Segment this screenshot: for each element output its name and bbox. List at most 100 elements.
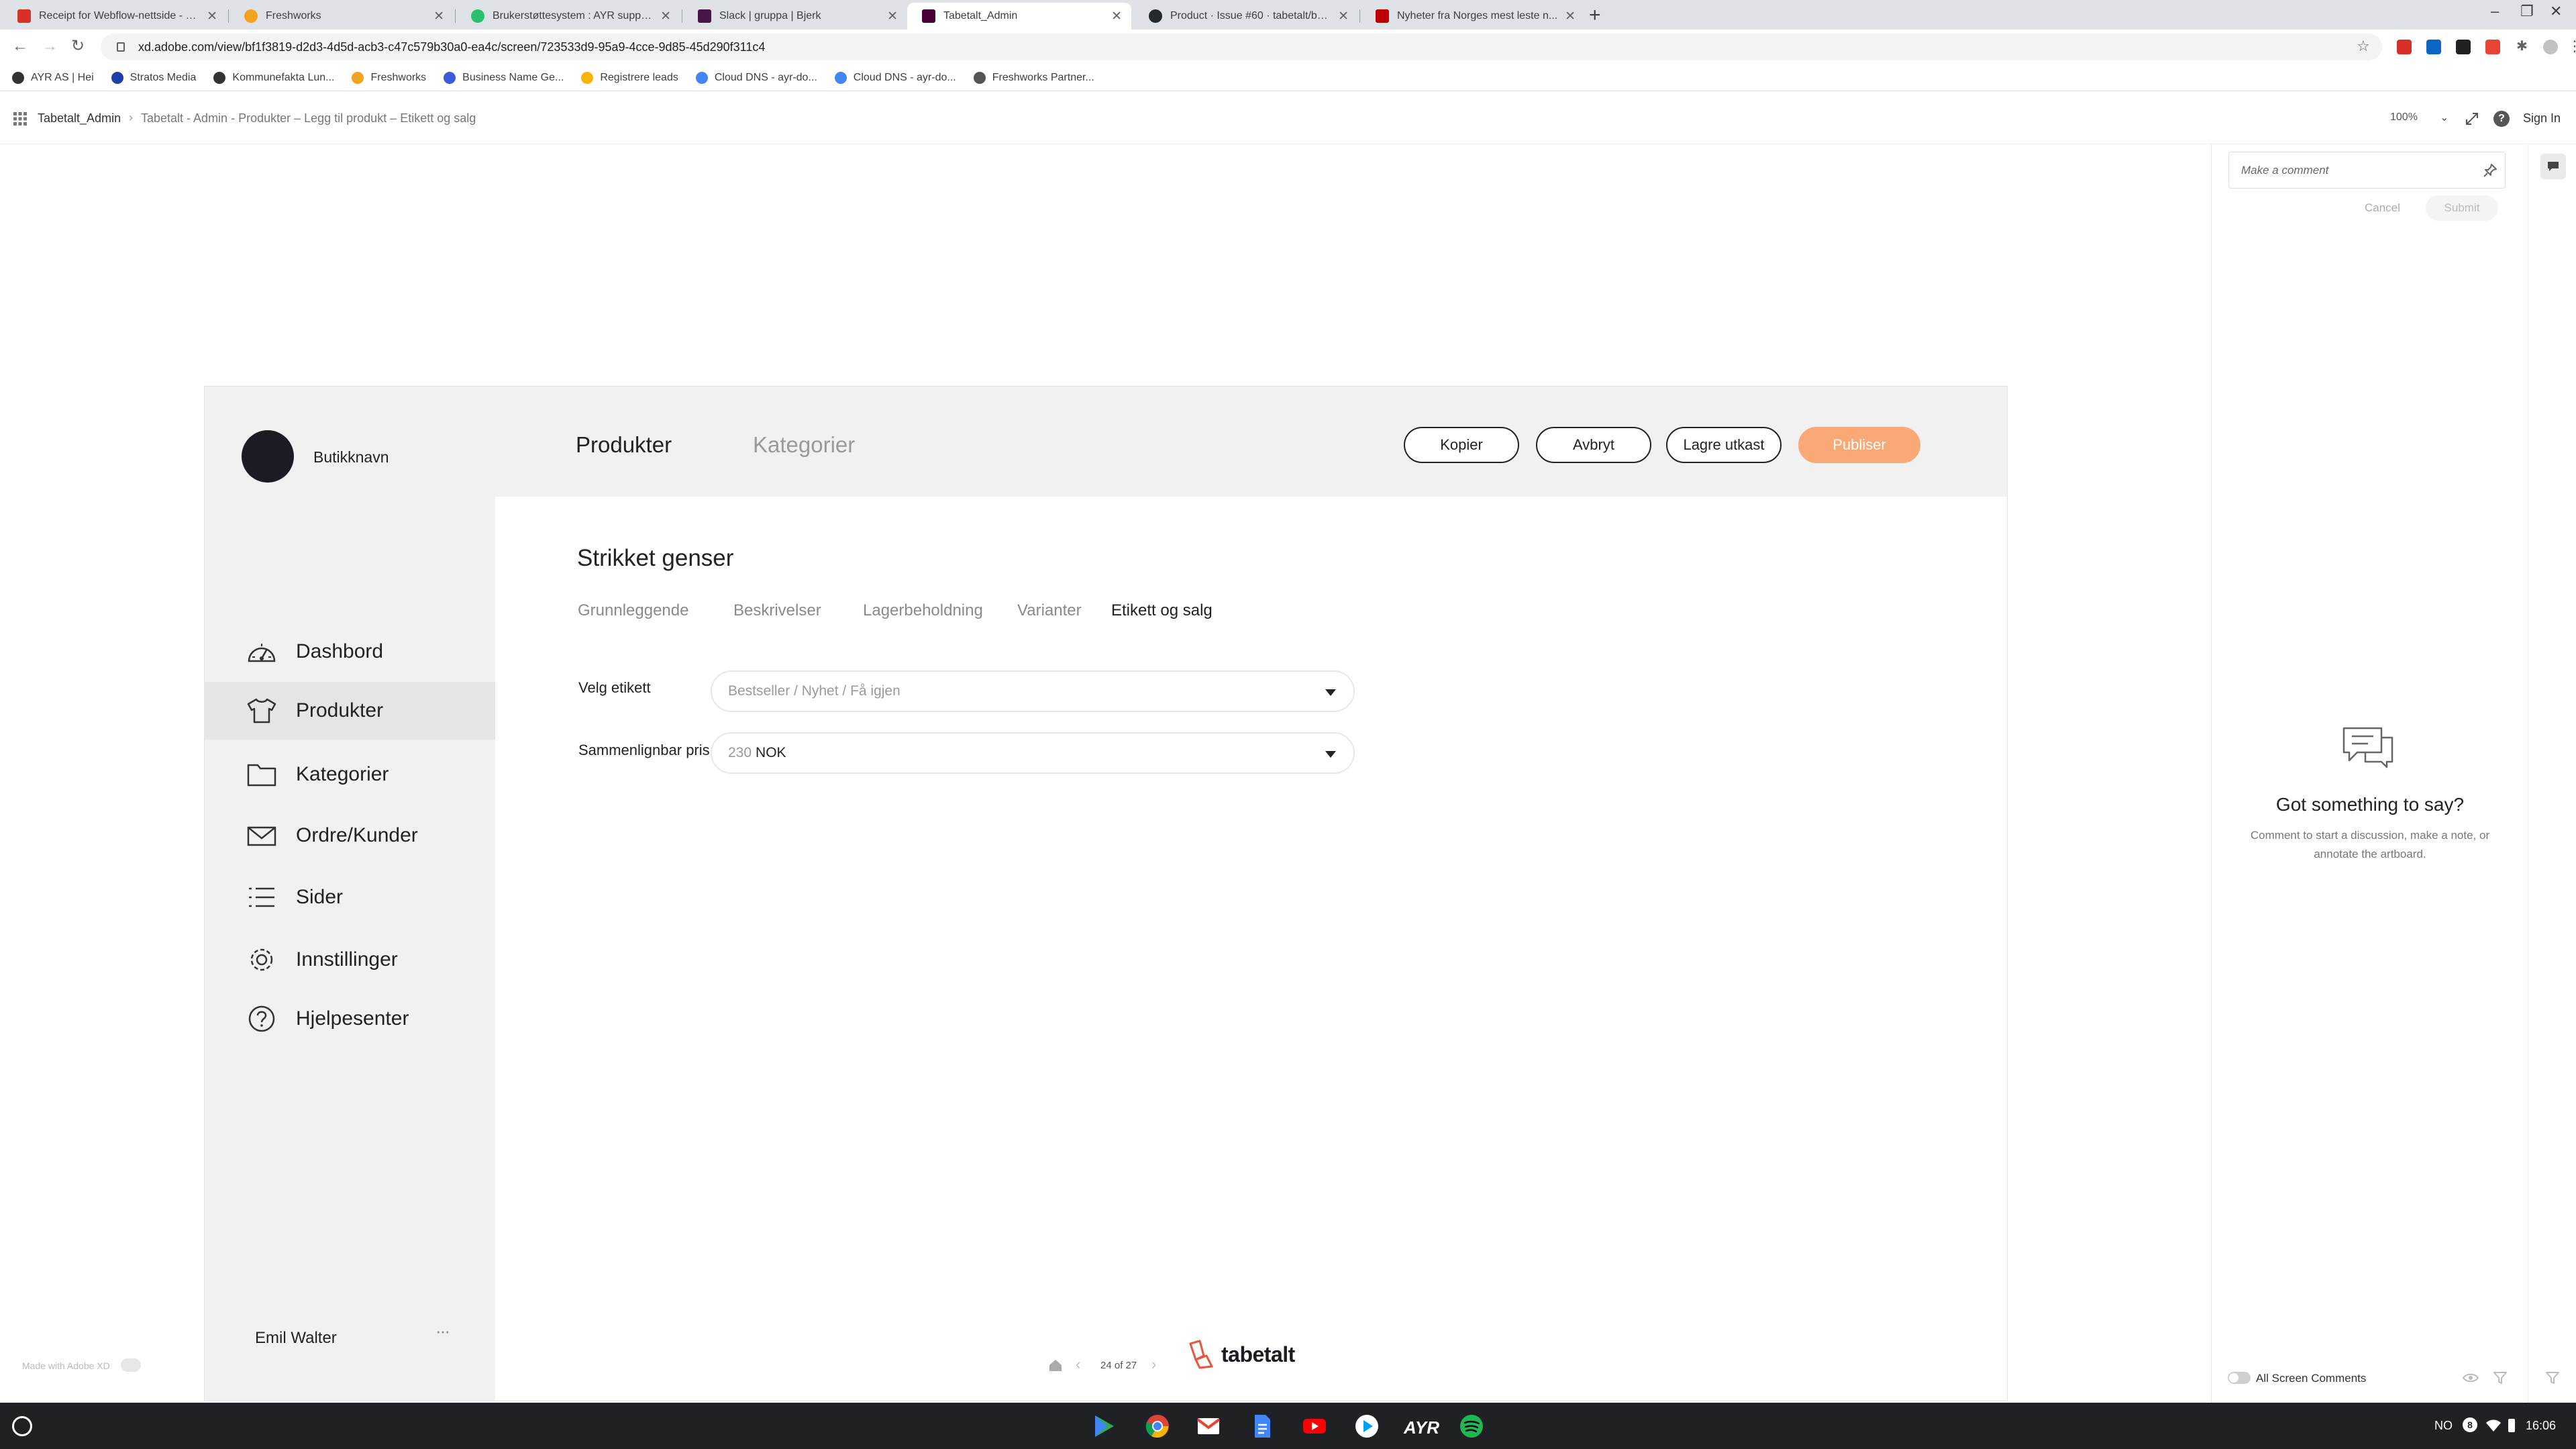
back-arrow-icon[interactable]: ← [12,36,28,56]
close-icon[interactable]: ✕ [1338,9,1349,24]
minimize-icon[interactable]: – [2491,3,2499,20]
filter-icon[interactable] [2546,1371,2559,1385]
close-icon[interactable]: ✕ [887,9,898,24]
comment-input[interactable]: Make a comment [2228,152,2506,189]
comments-toggle-button[interactable] [2540,154,2566,179]
grid-apps-icon[interactable] [13,112,27,126]
bookmark-item[interactable]: Stratos Media [111,71,196,84]
pin-icon[interactable] [2483,163,2497,178]
comment-icon [2548,162,2559,171]
submit-comment-button[interactable]: Submit [2426,195,2498,221]
chevron-down-icon[interactable]: ⌄ [2440,111,2449,124]
publish-button[interactable]: Publiser [1798,427,1920,463]
subtab-varianter[interactable]: Varianter [1017,601,1082,620]
bookmark-item[interactable]: Kommunefakta Lun... [213,71,334,84]
close-icon[interactable]: ✕ [207,9,217,24]
new-tab-button[interactable]: + [1589,4,1601,27]
docs-icon[interactable] [1249,1413,1275,1439]
prev-page-icon[interactable]: ‹ [1076,1356,1080,1373]
subtab-lagerbeholdning[interactable]: Lagerbeholdning [863,601,983,620]
bookmark-item[interactable]: Freshworks Partner... [973,71,1094,84]
save-draft-button[interactable]: Lagre utkast [1666,427,1782,463]
spotify-icon[interactable] [1459,1413,1484,1439]
wifi-icon[interactable] [2485,1419,2502,1432]
subtab-beskrivelser[interactable]: Beskrivelser [733,601,821,620]
bookmark-item[interactable]: Cloud DNS - ayr-do... [695,71,817,84]
close-icon[interactable]: ✕ [660,9,671,24]
comments-panel: Make a comment Cancel Submit Got somethi… [2211,144,2528,1403]
compare-price-field[interactable]: 230 NOK [711,732,1355,774]
sidebar-item-ordre-kunder[interactable]: Ordre/Kunder [205,807,495,864]
sidebar-item-kategorier[interactable]: Kategorier [205,746,495,803]
linkedin-icon[interactable] [2426,40,2441,54]
notification-badge-icon[interactable]: 8 [2463,1417,2477,1432]
sidebar-item-hjelpesenter[interactable]: Hjelpesenter [205,990,495,1048]
browser-tab-strip: Receipt for Webflow-nettside - b... ✕ Fr… [0,0,2576,30]
launcher-icon[interactable] [12,1416,32,1436]
address-bar[interactable]: xd.adobe.com/view/bf1f3819-d2d3-4d5d-acb… [101,34,2382,60]
gmail-icon[interactable] [1196,1413,1221,1439]
eye-icon[interactable] [2463,1372,2479,1383]
sidebar-item-dashbord[interactable]: Dashbord [205,623,495,681]
clock[interactable]: 16:06 [2526,1419,2556,1433]
extension-icon[interactable] [2456,40,2471,54]
home-icon[interactable] [1048,1358,1063,1372]
close-icon[interactable]: ✕ [433,9,444,24]
tab-kategorier[interactable]: Kategorier [753,432,855,458]
lock-icon [117,42,125,52]
close-window-icon[interactable]: ✕ [2550,3,2562,20]
project-name[interactable]: Tabetalt_Admin [38,111,121,126]
label-select[interactable]: Bestseller / Nyhet / Få igjen [711,670,1355,712]
restore-icon[interactable]: ❐ [2520,3,2534,20]
sign-in-link[interactable]: Sign In [2523,111,2561,126]
toggle-switch[interactable] [2228,1372,2251,1384]
store-avatar [242,430,294,483]
bookmark-item[interactable]: AYR AS | Hei [12,71,94,84]
bookmark-item[interactable]: Business Name Ge... [444,71,564,84]
browser-tab[interactable]: Freshworks ✕ [229,3,454,30]
sidebar-item-produkter[interactable]: Produkter [205,682,495,740]
puzzle-extensions-icon[interactable]: ✱ [2516,36,2528,56]
next-page-icon[interactable]: › [1151,1356,1156,1373]
filter-icon[interactable] [2493,1371,2507,1385]
ayr-icon[interactable]: AYR [1404,1417,1439,1438]
bookmark-star-icon[interactable]: ☆ [2357,36,2370,56]
browser-tab[interactable]: Brukerstøttesystem : AYR suppo... ✕ [456,3,680,30]
bookmark-item[interactable]: Registrere leads [581,71,678,84]
profile-avatar[interactable] [2543,40,2558,54]
close-icon[interactable]: ✕ [1111,9,1122,24]
more-options-icon[interactable]: ··· [435,1321,450,1342]
play-store-icon[interactable] [1091,1413,1117,1439]
subtab-grunnleggende[interactable]: Grunnleggende [578,601,688,620]
chrome-icon[interactable] [1145,1413,1170,1439]
cancel-comment-button[interactable]: Cancel [2365,201,2400,215]
compare-price-value: 230 [728,745,752,760]
forward-arrow-icon[interactable]: → [42,36,58,56]
browser-menu-icon[interactable]: ⋮ [2567,36,2576,56]
youtube-icon[interactable] [1302,1413,1327,1439]
keyboard-language[interactable]: NO [2434,1419,2453,1433]
battery-icon[interactable] [2508,1419,2515,1432]
close-icon[interactable]: ✕ [1565,9,1576,24]
play-icon[interactable] [1354,1413,1380,1439]
fullscreen-icon[interactable] [2465,112,2479,126]
zoom-level[interactable]: 100% [2390,111,2418,123]
browser-tab[interactable]: Product · Issue #60 · tabetalt/ba... ✕ [1134,3,1358,30]
help-icon[interactable]: ? [2493,111,2510,127]
bookmark-item[interactable]: Freshworks [352,71,426,84]
cancel-button[interactable]: Avbryt [1536,427,1651,463]
browser-tab-active[interactable]: Tabetalt_Admin ✕ [907,3,1131,30]
browser-tab[interactable]: Nyheter fra Norges mest leste n... ✕ [1361,3,1585,30]
extension-icon[interactable] [2485,40,2500,54]
sidebar-item-innstillinger[interactable]: Innstillinger [205,931,495,989]
browser-tab[interactable]: Receipt for Webflow-nettside - b... ✕ [3,3,227,30]
reload-icon[interactable]: ↻ [71,36,85,56]
help-circle-icon [246,1003,277,1034]
tab-produkter[interactable]: Produkter [576,432,672,458]
sidebar-item-sider[interactable]: Sider [205,868,495,926]
browser-tab[interactable]: Slack | gruppa | Bjerk ✕ [683,3,907,30]
subtab-etikett-og-salg[interactable]: Etikett og salg [1111,601,1213,620]
bookmark-item[interactable]: Cloud DNS - ayr-do... [834,71,956,84]
extension-icon[interactable] [2397,40,2412,54]
copy-button[interactable]: Kopier [1404,427,1519,463]
